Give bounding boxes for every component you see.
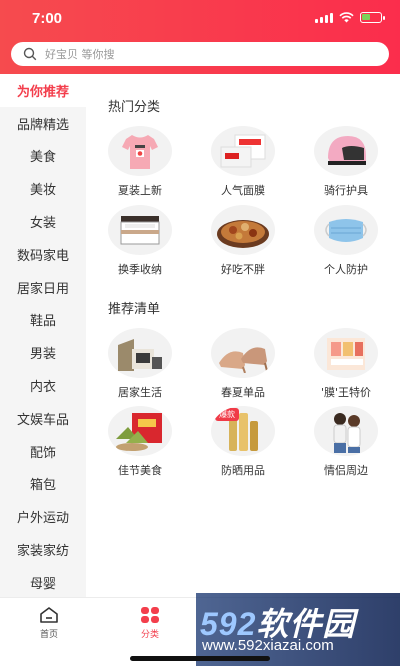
category-label: 春夏单品 [221,386,265,399]
wifi-icon [339,12,354,23]
category-label: 防晒用品 [221,464,265,477]
category-item-mask-deals[interactable]: '膜'王特价 [298,328,394,400]
header: 7:00 [0,0,400,74]
sidebar-item-brand[interactable]: 品牌精选 [0,107,86,140]
category-label: 骑行护具 [324,184,368,197]
tshirt-image [108,126,172,176]
search-bar[interactable] [11,42,389,66]
sidebar-item-beauty[interactable]: 美妆 [0,172,86,205]
sidebar-item-digital[interactable]: 数码家电 [0,238,86,271]
category-item-spring-summer[interactable]: 春夏单品 [195,328,291,400]
category-label: 佳节美食 [118,464,162,477]
battery-icon [360,12,385,23]
home-living-image [108,328,172,378]
category-item-couples[interactable]: 情侣周边 [298,406,394,478]
recommend-section-title: 推荐清单 [108,302,161,317]
tab-home[interactable]: 首页 [9,606,89,640]
category-label: 夏装上新 [118,184,162,197]
category-item-cycling-gear[interactable]: 骑行护具 [298,126,394,198]
sidebar-item-household[interactable]: 居家日用 [0,271,86,304]
category-sidebar: 为你推荐 品牌精选 美食 美妆 女装 数码家电 居家日用 鞋品 男装 内衣 文娱… [0,74,86,597]
sidebar-item-home-textile[interactable]: 家装家纺 [0,533,86,566]
signal-icon [315,12,333,23]
sidebar-item-entertainment-car[interactable]: 文娱车品 [0,402,86,435]
helmet-image [314,126,378,176]
mask-deals-image [314,328,378,378]
category-item-summer[interactable]: 夏装上新 [92,126,188,198]
watermark-url: www.592xiazai.com [202,637,334,654]
heels-image [211,328,275,378]
hot-section-title: 热门分类 [108,100,161,115]
category-item-storage[interactable]: 换季收纳 [92,205,188,277]
category-item-festival-food[interactable]: 佳节美食 [92,406,188,478]
sidebar-item-mens[interactable]: 男装 [0,336,86,369]
category-item-sunscreen[interactable]: 爆款 防晒用品 [195,406,291,478]
category-label: 情侣周边 [324,464,368,477]
category-label: 好吃不胖 [221,263,265,276]
search-input[interactable] [45,47,345,61]
category-label: 人气面膜 [221,184,265,197]
sidebar-item-outdoor[interactable]: 户外运动 [0,500,86,533]
category-label: 居家生活 [118,386,162,399]
sidebar-item-bags[interactable]: 箱包 [0,468,86,501]
category-grid-icon [141,607,159,623]
category-item-home-living[interactable]: 居家生活 [92,328,188,400]
sidebar-item-baby[interactable]: 母婴 [0,566,86,599]
storage-box-image [108,205,172,255]
category-label: 个人防护 [324,263,368,276]
hot-badge: 爆款 [215,408,239,421]
couples-image [314,406,378,456]
sidebar-item-womens[interactable]: 女装 [0,205,86,238]
snacks-image [211,205,275,255]
search-icon [23,47,37,61]
status-time: 7:00 [32,10,63,27]
category-item-facemask[interactable]: 人气面膜 [195,126,291,198]
facemask-image [211,126,275,176]
category-label: 换季收纳 [118,263,162,276]
sidebar-item-accessories[interactable]: 配饰 [0,435,86,468]
tab-home-label: 首页 [39,630,58,640]
category-label: '膜'王特价 [320,386,372,399]
sidebar-item-underwear[interactable]: 内衣 [0,369,86,402]
status-icons [315,12,385,23]
category-content: 热门分类 夏装上新 人气面膜 骑行护具 换季收纳 好吃不胖 个人防护 推荐清单 … [86,74,400,597]
festival-food-image [108,406,172,456]
tab-category-label: 分类 [140,630,159,640]
category-item-healthy-snacks[interactable]: 好吃不胖 [195,205,291,277]
home-indicator [130,656,270,661]
sidebar-item-food[interactable]: 美食 [0,140,86,173]
home-icon [40,607,58,623]
tab-category[interactable]: 分类 [110,606,190,640]
face-mask-image [314,205,378,255]
sidebar-item-recommend[interactable]: 为你推荐 [0,74,86,107]
category-item-protection[interactable]: 个人防护 [298,205,394,277]
sidebar-item-shoes[interactable]: 鞋品 [0,304,86,337]
sunscreen-image: 爆款 [211,406,275,456]
